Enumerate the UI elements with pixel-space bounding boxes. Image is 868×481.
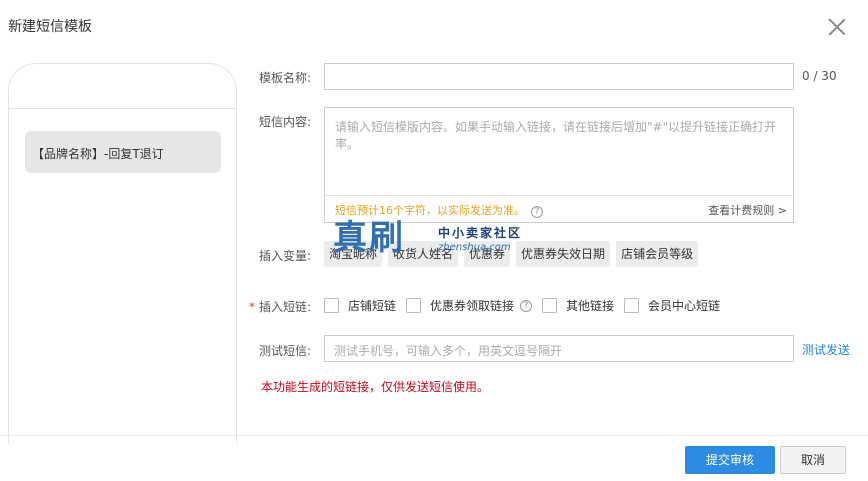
sms-estimate-text: 短信预计16个字符，以实际发送为准。 (335, 204, 525, 217)
close-icon[interactable] (828, 18, 846, 36)
footer-divider (0, 435, 868, 436)
short-link-notice: 本功能生成的短链接，仅供发送短信使用。 (261, 380, 490, 394)
checkbox-box[interactable] (406, 298, 422, 313)
checkbox-box[interactable] (324, 298, 339, 313)
checkbox-shop-link[interactable]: 店铺短链 (324, 297, 396, 314)
checkbox-label: 其他链接 (566, 299, 615, 313)
watermark-sub-text: 中小卖家社区 (438, 226, 523, 240)
checkbox-member-center-link[interactable]: 会员中心短链 (624, 297, 720, 314)
variable-tag-member-level[interactable]: 店铺会员等级 (616, 241, 699, 267)
variable-tag-nickname[interactable]: 淘宝昵称 (324, 241, 383, 267)
help-icon[interactable]: ? (531, 206, 543, 218)
checkbox-box[interactable] (542, 298, 558, 313)
phone-preview: 【品牌名称】-回复T退订 (8, 63, 237, 443)
checkbox-other-link[interactable]: 其他链接 (542, 297, 614, 314)
template-name-label: 模板名称: (258, 71, 311, 85)
short-links-label-text: 插入短链: (258, 300, 311, 314)
cancel-button[interactable]: 取消 (780, 446, 846, 474)
submit-review-button[interactable]: 提交审核 (685, 446, 775, 474)
template-name-input[interactable] (324, 63, 794, 90)
content-placeholder: 请输入短信模版内容。如果手动输入链接，请在链接后增加"#"以提升链接正确打开率。 (335, 120, 777, 151)
test-phone-placeholder: 测试手机号，可输入多个，用英文逗号隔开 (334, 344, 563, 358)
new-sms-template-dialog: 新建短信模板 【品牌名称】-回复T退订 模板名称: 0 / 30 短信内容: 请… (0, 0, 868, 481)
content-label: 短信内容: (258, 115, 311, 129)
test-send-link[interactable]: 测试发送 (802, 341, 850, 358)
checkbox-label: 会员中心短链 (648, 299, 721, 313)
content-textarea[interactable]: 请输入短信模版内容。如果手动输入链接，请在链接后增加"#"以提升链接正确打开率。… (324, 107, 794, 223)
variables-label: 插入变量: (258, 249, 311, 263)
short-link-options: 店铺短链 优惠券领取链接? 其他链接 会员中心短链 (324, 297, 730, 314)
checkbox-label: 优惠券领取链接 (430, 299, 515, 313)
billing-rules-link[interactable]: 查看计费规则 > (708, 202, 787, 218)
message-preview-bubble: 【品牌名称】-回复T退订 (25, 131, 221, 173)
short-links-label: * 插入短链: (241, 298, 311, 315)
checkbox-label: 店铺短链 (348, 299, 397, 313)
variable-tag-recipient[interactable]: 收货人姓名 (388, 241, 459, 267)
test-phone-input[interactable]: 测试手机号，可输入多个，用英文逗号隔开 (324, 335, 794, 362)
test-sms-label: 测试短信: (258, 344, 311, 358)
phone-header-divider (9, 108, 236, 109)
help-icon[interactable]: ? (520, 299, 533, 312)
sms-estimate: 短信预计16个字符，以实际发送为准。? (335, 202, 543, 218)
variable-tag-coupon[interactable]: 优惠券 (464, 241, 511, 267)
variable-tag-coupon-expiry[interactable]: 优惠券失效日期 (516, 241, 611, 267)
required-mark: * (248, 300, 255, 314)
variable-tags: 淘宝昵称 收货人姓名 优惠券 优惠券失效日期 店铺会员等级 (324, 241, 699, 267)
template-name-counter: 0 / 30 (802, 69, 837, 83)
content-footer: 短信预计16个字符，以实际发送为准。? 查看计费规则 > (325, 195, 793, 222)
checkbox-coupon-link[interactable]: 优惠券领取链接? (406, 297, 538, 314)
checkbox-box[interactable] (624, 298, 640, 313)
dialog-title: 新建短信模板 (8, 19, 92, 35)
